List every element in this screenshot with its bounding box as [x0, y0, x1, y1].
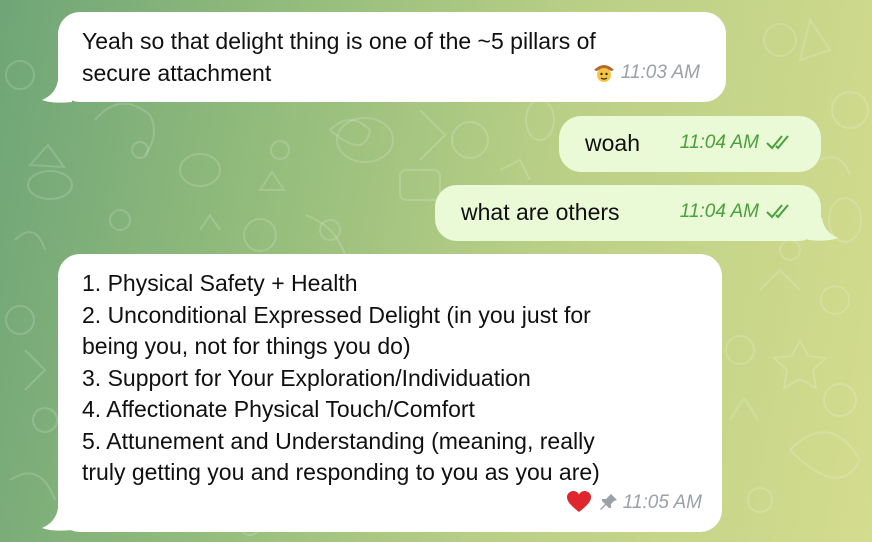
- message-meta: 11:05 AM: [566, 487, 702, 519]
- message-time: 11:04 AM: [679, 200, 759, 222]
- message-line: truly getting you and responding to you …: [82, 459, 600, 485]
- double-check-icon: [766, 135, 789, 150]
- message-meta: 11:03 AM: [593, 57, 700, 89]
- incoming-message[interactable]: 1. Physical Safety + Health 2. Unconditi…: [58, 254, 722, 532]
- message-text: what are others: [461, 199, 620, 225]
- message-line: 4. Affectionate Physical Touch/Comfort: [82, 396, 475, 422]
- bubble-tail: [42, 80, 72, 103]
- message-text: woah: [585, 130, 640, 156]
- message-time: 11:04 AM: [679, 131, 759, 153]
- message-line: 1. Physical Safety + Health: [82, 270, 358, 296]
- message-line: being you, not for things you do): [82, 333, 411, 359]
- message-time: 11:05 AM: [622, 491, 702, 513]
- outgoing-message[interactable]: woah 11:04 AM: [559, 116, 821, 172]
- red-heart-icon[interactable]: [566, 491, 591, 513]
- message-meta: 11:04 AM: [680, 127, 795, 159]
- message-line: 5. Attunement and Understanding (meaning…: [82, 427, 595, 454]
- message-line: 3. Support for Your Exploration/Individu…: [82, 364, 531, 391]
- cowboy-face-emoji-icon: [593, 65, 614, 83]
- message-line: Yeah so that delight thing is one of the…: [82, 28, 596, 54]
- chat-background: Yeah so that delight thing is one of the…: [0, 0, 872, 542]
- bubble-tail: [42, 508, 72, 531]
- message-meta: 11:04 AM: [680, 196, 795, 228]
- double-check-icon: [766, 204, 789, 219]
- pin-icon: [599, 494, 617, 511]
- message-time: 11:03 AM: [620, 61, 700, 83]
- message-line: 2. Unconditional Expressed Delight (in y…: [82, 301, 591, 328]
- incoming-message[interactable]: Yeah so that delight thing is one of the…: [58, 12, 726, 102]
- outgoing-message[interactable]: what are others 11:04 AM: [435, 185, 821, 241]
- bubble-tail: [808, 218, 838, 241]
